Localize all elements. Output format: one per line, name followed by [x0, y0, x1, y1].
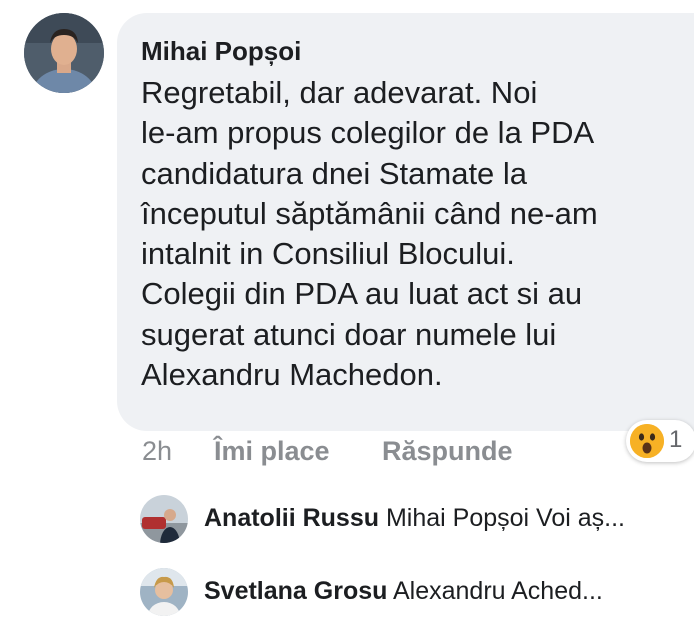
- comment-text-line: Colegii din PDA au luat act si au: [141, 276, 583, 312]
- avatar[interactable]: [140, 495, 188, 543]
- comment-author[interactable]: Mihai Popșoi: [141, 35, 694, 67]
- avatar[interactable]: [140, 568, 188, 616]
- comment-text-line: le-am propus colegilor de la PDA: [141, 115, 595, 151]
- comment-time[interactable]: 2h: [142, 436, 172, 467]
- reply-text: Anatolii Russu Mihai Popșoi Voi aș...: [204, 504, 694, 533]
- comment-text-line: Regretabil, dar adevarat. Noi: [141, 75, 538, 110]
- comment-text-line: Alexandru Machedon.: [141, 357, 443, 393]
- reaction-summary[interactable]: 1: [626, 420, 694, 462]
- reaction-count: 1: [669, 426, 683, 453]
- like-button[interactable]: Îmi place: [214, 436, 330, 467]
- reply-text: Svetlana Grosu Alexandru Ached...: [204, 577, 694, 606]
- profile-photo: [24, 13, 104, 93]
- reply-item[interactable]: Svetlana Grosu Alexandru Ached...: [140, 568, 694, 616]
- reply-button[interactable]: Răspunde: [382, 436, 513, 467]
- comment-bubble: Mihai Popșoi Regretabil, dar adevarat. N…: [117, 13, 694, 431]
- profile-photo: [140, 495, 188, 543]
- profile-photo: [140, 568, 188, 616]
- reply-item[interactable]: Anatolii Russu Mihai Popșoi Voi aș...: [140, 495, 694, 543]
- reply-preview: Alexandru Ached...: [392, 577, 603, 605]
- wow-emoji-icon: [630, 424, 664, 458]
- comment-text-line: sugerat atunci doar numele lui: [141, 316, 557, 352]
- comment-text-line: candidatura dnei Stamate la: [141, 155, 528, 191]
- reply-preview: Mihai Popșoi Voi aș...: [385, 504, 625, 532]
- reply-author[interactable]: Svetlana Grosu: [204, 577, 387, 605]
- reply-author[interactable]: Anatolii Russu: [204, 504, 379, 532]
- comment-text-line: intalnit in Consiliul Blocului.: [141, 236, 515, 272]
- comment-text-line: începutul săptămânii când ne-am: [141, 195, 598, 231]
- avatar[interactable]: [24, 13, 104, 93]
